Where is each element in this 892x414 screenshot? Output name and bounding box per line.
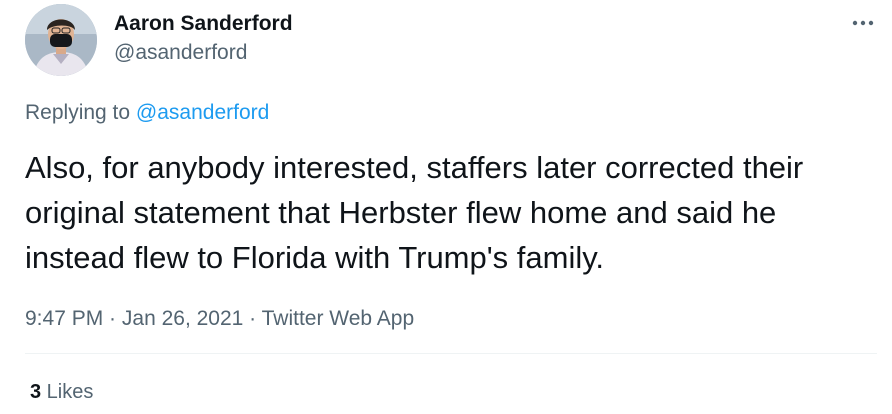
author-display-name[interactable]: Aaron Sanderford [114, 11, 293, 37]
tweet-metadata: 9:47 PM · Jan 26, 2021 · Twitter Web App [25, 306, 414, 332]
tweet-date[interactable]: Jan 26, 2021 [122, 307, 243, 330]
tweet-text: Also, for anybody interested, staffers l… [25, 150, 804, 275]
meta-separator-2: · [243, 307, 262, 330]
reply-context: Replying to @asanderford [25, 100, 269, 126]
more-options-button[interactable] [847, 12, 879, 34]
author-handle[interactable]: @asanderford [114, 40, 247, 66]
tweet-time[interactable]: 9:47 PM [25, 307, 103, 330]
likes-label: Likes [41, 381, 94, 403]
divider [25, 353, 877, 354]
likes-count: 3 [30, 381, 42, 403]
likes-stat-link[interactable]: 3 Likes [30, 379, 93, 405]
more-horizontal-icon [852, 20, 874, 26]
reply-mention-link[interactable]: @asanderford [136, 101, 269, 124]
reply-context-prefix: Replying to [25, 101, 136, 124]
avatar[interactable] [25, 4, 97, 76]
meta-separator: · [103, 307, 122, 330]
profile-photo-icon [25, 4, 97, 76]
tweet-source: Twitter Web App [261, 307, 415, 330]
